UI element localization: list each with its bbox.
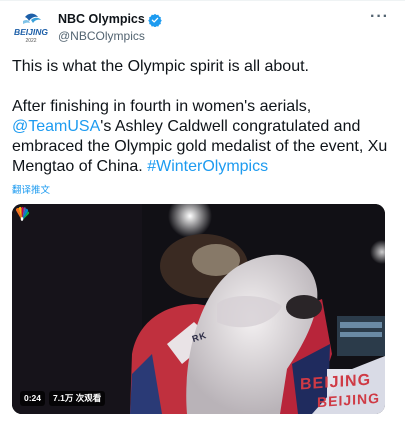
beijing-2022-logo: BEIJING 2022 xyxy=(14,13,48,44)
video-time: 0:24 xyxy=(20,391,46,406)
mention-link[interactable]: @TeamUSA xyxy=(12,118,100,135)
avatar-logo-year: 2022 xyxy=(25,38,36,44)
video-player[interactable]: BEIJING BEIJING RK 0:24 7.1万 次观看 xyxy=(12,204,385,414)
video-views: 7.1万 次观看 xyxy=(49,391,106,406)
author-handle[interactable]: @NBCOlympics xyxy=(58,28,162,45)
more-options-icon[interactable]: ··· xyxy=(370,9,389,25)
nbc-peacock-icon xyxy=(15,206,30,221)
translate-tweet-link[interactable]: 翻译推文 xyxy=(12,182,50,196)
tweet-card[interactable]: BEIJING 2022 NBC Olympics @NBCOlympics ·… xyxy=(0,0,405,426)
video-meta: 0:24 7.1万 次观看 xyxy=(20,391,106,406)
tweet-paragraph-2: After finishing in fourth in women's aer… xyxy=(12,97,397,177)
author-name[interactable]: NBC Olympics xyxy=(58,11,145,28)
tweet-text: This is what the Olympic spirit is all a… xyxy=(12,57,397,177)
author-info: NBC Olympics @NBCOlympics xyxy=(58,11,162,45)
tweet-text-part-a: After finishing in fourth in women's aer… xyxy=(12,98,312,115)
avatar[interactable]: BEIJING 2022 xyxy=(11,8,51,48)
avatar-logo-text: BEIJING xyxy=(14,27,48,37)
verified-badge-icon xyxy=(148,13,162,27)
tweet-line-1: This is what the Olympic spirit is all a… xyxy=(12,58,309,75)
hashtag-link[interactable]: #WinterOlympics xyxy=(147,158,268,175)
